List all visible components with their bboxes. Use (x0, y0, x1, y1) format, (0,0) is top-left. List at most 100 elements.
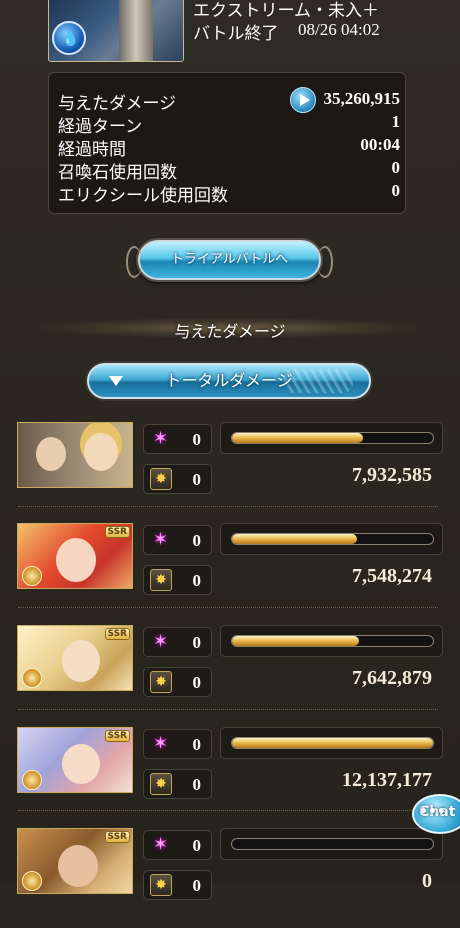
character-row: SSR ✶ 0 ✸ 0 7,548,274 (0, 523, 460, 623)
skill-count-box: ✶ 0 (143, 830, 212, 860)
damage-bar-track (231, 533, 434, 545)
chat-button[interactable]: Chat ••• (412, 794, 460, 834)
skill-count: 0 (192, 633, 202, 652)
ca-count-box: ✸ 0 (143, 565, 212, 595)
light-element-icon (22, 668, 42, 688)
character-portrait[interactable] (17, 422, 133, 488)
star-icon: ✶ (153, 631, 169, 652)
charge-attack-icon: ✸ (150, 671, 172, 693)
quest-thumbnail: 💧 (48, 0, 184, 62)
character-row: SSR ✶ 0 ✸ 0 7,642,879 (0, 625, 460, 725)
rarity-badge: SSR (104, 526, 130, 538)
damage-bar-track (231, 838, 434, 850)
dropdown-label: トータルダメージ (165, 371, 293, 390)
damage-bar-fill (232, 738, 433, 748)
damage-value: 7,932,585 (352, 464, 432, 486)
battle-date: 08/26 04:02 (298, 20, 380, 39)
damage-bar-fill (232, 534, 357, 544)
character-face (62, 744, 100, 784)
rarity-badge: SSR (104, 730, 130, 742)
ca-count: 0 (192, 673, 202, 692)
ca-count-box: ✸ 0 (143, 870, 212, 900)
star-icon: ✶ (153, 529, 169, 550)
stat-value: 0 (391, 158, 401, 177)
damage-bar-box (220, 422, 443, 454)
skill-count: 0 (192, 430, 202, 449)
stat-label: エリクシール使用回数 (58, 186, 228, 206)
damage-bar-box (220, 625, 443, 657)
star-icon: ✶ (153, 428, 169, 449)
character-face (84, 433, 118, 471)
stat-label: 経過ターン (58, 117, 143, 137)
stat-row-damage: 与えたダメージ 35,260,915 (58, 87, 401, 114)
star-icon: ✶ (153, 834, 169, 855)
damage-bar-track (231, 635, 434, 647)
charge-attack-icon: ✸ (150, 874, 172, 896)
character-face (36, 437, 66, 471)
ca-count: 0 (192, 775, 202, 794)
stat-value: 35,260,915 (323, 89, 401, 108)
charge-attack-icon: ✸ (150, 773, 172, 795)
boss-image (119, 0, 153, 61)
battle-stats-panel: 与えたダメージ 35,260,915 経過ターン 1 経過時間 00:04 召喚… (48, 72, 406, 214)
damage-bar-box (220, 727, 443, 759)
skill-count-box: ✶ 0 (143, 525, 212, 555)
earth-element-icon (22, 871, 42, 891)
skill-count-box: ✶ 0 (143, 627, 212, 657)
ca-count-box: ✸ 0 (143, 464, 212, 494)
character-face (56, 538, 96, 582)
star-icon: ✶ (153, 733, 169, 754)
trial-battle-button[interactable]: トライアルバトルへ (126, 240, 333, 280)
row-divider (18, 810, 438, 811)
damage-bar-box (220, 828, 443, 860)
ca-count: 0 (192, 876, 202, 895)
skill-count: 0 (192, 531, 202, 550)
stat-label: 与えたダメージ (58, 94, 177, 114)
row-divider (18, 709, 438, 710)
damage-bar-track (231, 737, 434, 749)
damage-bar-fill (232, 636, 359, 646)
section-title: 与えたダメージ (174, 322, 286, 341)
character-row: SSR ✶ 0 ✸ 0 12,137,177 (0, 727, 460, 827)
character-row: ✶ 0 ✸ 0 7,932,585 (0, 422, 460, 522)
charge-attack-icon: ✸ (150, 569, 172, 591)
quest-header: 💧 エクストリーム・未入＋ バトル終了 08/26 04:02 (0, 0, 460, 62)
row-divider (18, 506, 438, 507)
stat-value: 1 (391, 112, 401, 131)
row-divider (18, 607, 438, 608)
rarity-badge: SSR (104, 831, 130, 843)
damage-type-dropdown[interactable]: トータルダメージ (87, 363, 371, 399)
stat-label: 経過時間 (58, 140, 126, 160)
rarity-badge: SSR (104, 628, 130, 640)
stat-value: 00:04 (360, 135, 400, 154)
ca-count-box: ✸ 0 (143, 769, 212, 799)
damage-value: 7,642,879 (352, 667, 432, 689)
skill-count: 0 (192, 836, 202, 855)
character-portrait[interactable]: SSR (17, 625, 133, 691)
skill-count-box: ✶ 0 (143, 424, 212, 454)
ca-count: 0 (192, 571, 202, 590)
character-portrait[interactable]: SSR (17, 727, 133, 793)
stat-row-turns: 経過ターン 1 (58, 112, 401, 137)
damage-value: 12,137,177 (342, 769, 432, 791)
damage-value: 0 (422, 870, 432, 892)
stat-row-time: 経過時間 00:04 (58, 135, 400, 160)
damage-bar-fill (232, 433, 363, 443)
damage-bar-box (220, 523, 443, 555)
fire-element-icon (22, 566, 42, 586)
damage-bar-track (231, 432, 434, 444)
character-portrait[interactable]: SSR (17, 523, 133, 589)
skill-count: 0 (192, 735, 202, 754)
stat-value: 0 (391, 181, 401, 200)
skill-count-box: ✶ 0 (143, 729, 212, 759)
character-portrait[interactable]: SSR (17, 828, 133, 894)
light-element-icon (22, 770, 42, 790)
ca-count: 0 (192, 470, 202, 489)
damage-value: 7,548,274 (352, 565, 432, 587)
battle-status: バトル終了 (193, 24, 279, 44)
play-icon[interactable] (290, 87, 316, 113)
ca-count-box: ✸ 0 (143, 667, 212, 697)
character-face (62, 640, 100, 682)
quest-name: エクストリーム・未入＋ (193, 1, 379, 21)
ellipsis-icon: ••• (419, 804, 446, 820)
